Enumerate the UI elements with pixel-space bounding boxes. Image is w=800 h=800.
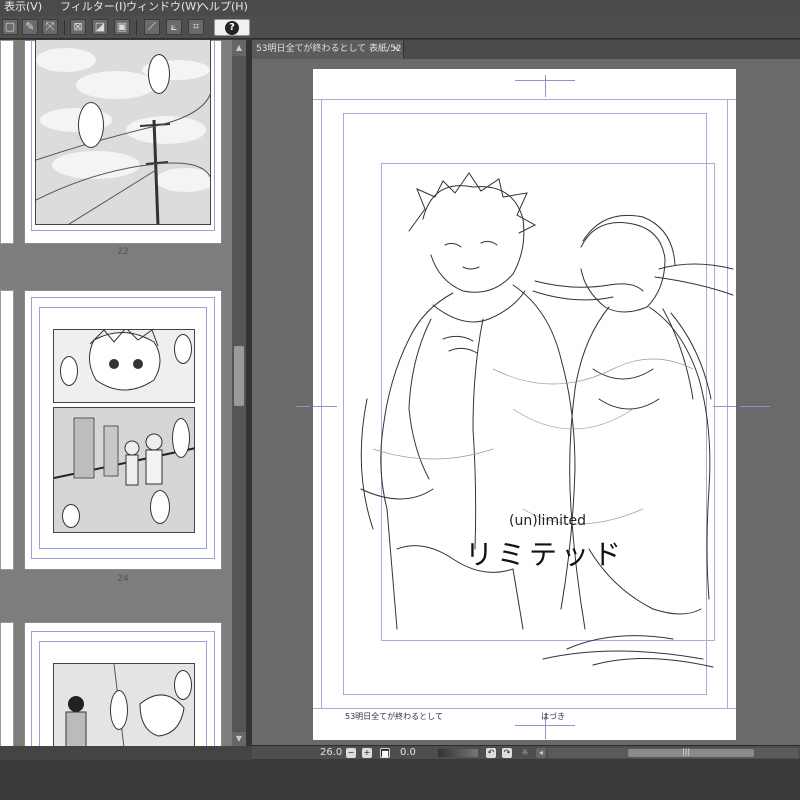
page-thumbnail-24[interactable]	[24, 290, 222, 570]
horizontal-scroll-thumb[interactable]: |||	[628, 747, 754, 757]
canvas-page[interactable]: (un)limited リミテッド 53明日全てが終わるとして はづき	[313, 69, 736, 740]
convert-icon[interactable]: ▣	[114, 19, 130, 35]
menu-view[interactable]: 表示(V)	[4, 0, 42, 14]
rotation-angle-value[interactable]: 0.0	[400, 746, 416, 760]
scroll-grip: |||	[682, 747, 691, 756]
speech-bubble	[150, 490, 170, 524]
page-row-24: 24	[0, 272, 232, 592]
rotation-slider[interactable]	[438, 749, 478, 757]
panel-bottom-bar	[0, 746, 252, 760]
speech-bubble	[62, 504, 80, 528]
zoom-out-icon[interactable]: −	[346, 748, 356, 758]
speech-bubble	[110, 690, 128, 730]
speech-bubble	[78, 102, 104, 148]
page-22-artwork	[35, 40, 211, 225]
help-icon: ?	[225, 21, 239, 35]
scroll-thumb[interactable]	[234, 346, 244, 406]
toolbar-separator	[136, 20, 137, 35]
canvas-status-bar: 26.0 − + ■ 0.0 ↶ ↷ ☼ ◂ |||	[252, 745, 800, 759]
menu-help[interactable]: ヘルプ(H)	[198, 0, 248, 14]
cover-title-japanese: リミテッド	[465, 538, 626, 571]
speech-bubble	[174, 334, 192, 364]
page-number: 22	[117, 247, 129, 257]
cover-title-english: (un)limited	[509, 513, 586, 529]
registration-mark	[740, 406, 770, 407]
page-thumbnail-25[interactable]	[0, 622, 14, 746]
speech-bubble	[148, 54, 170, 94]
page-thumbnail-23[interactable]	[0, 290, 14, 570]
close-icon[interactable]: ×	[391, 44, 401, 54]
page-thumbnail-26[interactable]	[24, 622, 222, 746]
canvas-area[interactable]: (un)limited リミテッド 53明日全てが終わるとして はづき	[252, 59, 800, 745]
document-tab-label: 53明日全てが終わるとして 表紙/52	[256, 44, 402, 54]
scroll-down-arrow-icon[interactable]: ▼	[232, 732, 246, 746]
page-row-22: 22	[0, 40, 232, 264]
zoom-value[interactable]: 26.0	[320, 746, 342, 760]
flip-horizontal-icon[interactable]: ◂	[536, 748, 546, 758]
transform-icon[interactable]: ⤧	[42, 19, 58, 35]
page-panel-scrollbar[interactable]: ▲ ▼	[232, 40, 246, 746]
speech-bubble	[174, 670, 192, 700]
help-button[interactable]: ?	[214, 19, 250, 36]
ruler-snap-icon[interactable]: ⟋	[144, 19, 160, 35]
sky-illustration	[36, 40, 210, 224]
zoom-in-icon[interactable]: +	[362, 748, 372, 758]
fill-icon[interactable]: ◪	[92, 19, 108, 35]
menu-window[interactable]: ウィンドウ(W)	[126, 0, 200, 14]
special-ruler-snap-icon[interactable]: ⟀	[166, 19, 182, 35]
toolbar-separator	[64, 20, 65, 35]
select-all-icon[interactable]: ▢	[2, 19, 18, 35]
panel-street-scene	[53, 407, 195, 533]
command-bar: ▢ ✎ ⤧ ⊠ ◪ ▣ ⟋ ⟀ ⌗	[0, 16, 800, 39]
speech-bubble	[60, 356, 78, 386]
page-thumbnail-21[interactable]	[0, 40, 14, 244]
grid-snap-icon[interactable]: ⌗	[188, 19, 204, 35]
page-manager-panel: 22 24	[0, 40, 232, 746]
panel-characters	[53, 663, 195, 746]
registration-mark	[296, 406, 310, 407]
panel-face-closeup	[53, 329, 195, 403]
speech-bubble	[172, 418, 190, 458]
brush-erase-icon[interactable]: ✎	[22, 19, 38, 35]
footer-center-text: はづき	[541, 712, 565, 721]
document-tab[interactable]: 53明日全てが終わるとして 表紙/52 ×	[252, 40, 404, 59]
reset-rotation-icon[interactable]: ☼	[520, 748, 530, 758]
fit-to-window-icon[interactable]: ■	[380, 748, 390, 758]
menu-filter[interactable]: フィルター(I)	[60, 0, 127, 14]
page-row-26	[0, 608, 232, 746]
cover-sketch	[360, 172, 734, 668]
rotate-left-icon[interactable]: ↶	[486, 748, 496, 758]
horizontal-scrollbar[interactable]: |||	[548, 747, 798, 758]
rotate-right-icon[interactable]: ↷	[502, 748, 512, 758]
bottom-dock-area	[0, 760, 800, 800]
page-number: 24	[117, 574, 129, 584]
scroll-up-arrow-icon[interactable]: ▲	[232, 40, 246, 56]
page-thumbnail-22[interactable]	[24, 40, 222, 244]
canvas-tab-bar: 53明日全てが終わるとして 表紙/52 ×	[252, 40, 800, 59]
footer-left-text: 53明日全てが終わるとして	[345, 712, 443, 721]
menu-bar: 表示(V) フィルター(I) ウィンドウ(W) ヘルプ(H)	[0, 0, 800, 16]
clip-studio-window: 表示(V) フィルター(I) ウィンドウ(W) ヘルプ(H) ▢ ✎ ⤧ ⊠ ◪…	[0, 0, 800, 800]
clear-selection-icon[interactable]: ⊠	[70, 19, 86, 35]
